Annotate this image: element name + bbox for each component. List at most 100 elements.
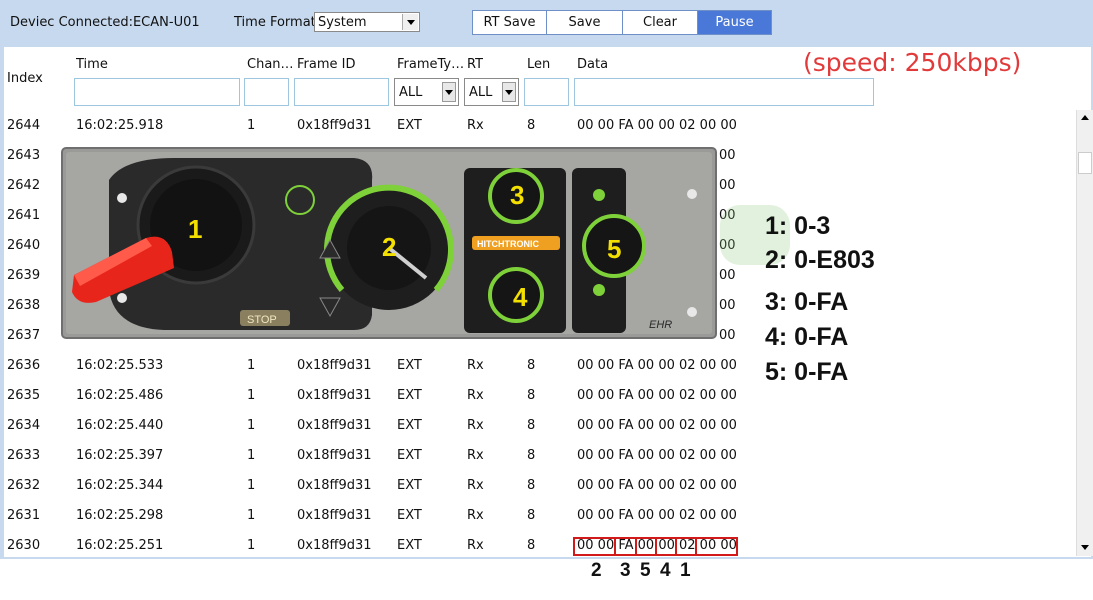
cell-index: 2630 <box>7 538 41 553</box>
table-row[interactable]: 2633 16:02:25.397 1 0x18ff9d31 EXT Rx 8 … <box>4 441 1074 471</box>
control-panel-image: STOP HITCHTRONIC EHR 1 2 3 4 5 <box>61 147 717 339</box>
range-legend-5: 5: 0-FA <box>765 358 849 386</box>
byte-label: 5 <box>640 560 651 581</box>
column-header-channel[interactable]: Chan… <box>247 57 293 72</box>
cell-index: 2635 <box>7 388 41 403</box>
cell-frame-id: 0x18ff9d31 <box>297 508 372 523</box>
channel-filter-input[interactable] <box>244 78 289 106</box>
cell-data: 00 00 FA 00 00 02 00 00 <box>577 478 737 493</box>
byte-group-box <box>695 537 738 556</box>
cell-rt: Rx <box>467 388 484 403</box>
cell-data: 00 00 FA 00 00 02 00 00 <box>577 358 737 373</box>
cell-rt: Rx <box>467 418 484 433</box>
pause-button[interactable]: Pause <box>697 10 772 35</box>
chevron-down-icon <box>502 82 516 102</box>
column-header-index[interactable]: Index <box>7 71 43 86</box>
column-header-time[interactable]: Time <box>76 57 108 72</box>
cell-data: 00 00 FA 00 00 02 00 00 <box>577 118 737 133</box>
frame-id-filter-input[interactable] <box>294 78 389 106</box>
rt-filter-value: ALL <box>469 85 493 100</box>
knob-number-1: 1 <box>188 214 202 244</box>
cell-rt: Rx <box>467 118 484 133</box>
cell-index: 2644 <box>7 118 41 133</box>
cell-index: 2642 <box>7 178 41 193</box>
column-header-frame-id[interactable]: Frame ID <box>297 57 355 72</box>
cell-len: 8 <box>527 358 536 373</box>
len-filter-input[interactable] <box>524 78 569 106</box>
cell-frame-type: EXT <box>397 388 422 403</box>
column-header-frame-type[interactable]: FrameTy… <box>397 57 463 72</box>
vertical-scrollbar[interactable] <box>1076 110 1093 556</box>
clear-button[interactable]: Clear <box>622 10 698 35</box>
range-legend-1: 1: 0-3 <box>765 212 831 240</box>
cell-channel: 1 <box>247 358 256 373</box>
byte-group-box <box>675 537 697 556</box>
cell-index: 2634 <box>7 418 41 433</box>
byte-label: 2 <box>591 560 602 581</box>
cell-frame-id: 0x18ff9d31 <box>297 358 372 373</box>
scroll-down-icon[interactable] <box>1077 539 1093 555</box>
cell-data: 00 00 FA 00 00 02 00 00 <box>577 508 737 523</box>
time-filter-input[interactable] <box>74 78 240 106</box>
byte-group-box <box>635 537 657 556</box>
knob-number-3: 3 <box>510 180 524 210</box>
scroll-up-icon[interactable] <box>1077 110 1093 126</box>
stop-label: STOP <box>247 314 277 326</box>
cell-len: 8 <box>527 508 536 523</box>
cell-channel: 1 <box>247 508 256 523</box>
ehr-label: EHR <box>649 319 672 331</box>
cell-frame-id: 0x18ff9d31 <box>297 478 372 493</box>
chevron-down-icon <box>442 82 456 102</box>
cell-time: 16:02:25.251 <box>76 538 164 553</box>
cell-frame-type: EXT <box>397 118 422 133</box>
cell-frame-id: 0x18ff9d31 <box>297 388 372 403</box>
byte-group-box <box>655 537 677 556</box>
byte-group-box <box>573 537 616 556</box>
cell-frame-type: EXT <box>397 538 422 553</box>
cell-index: 2631 <box>7 508 41 523</box>
cell-channel: 1 <box>247 538 256 553</box>
byte-label: 4 <box>660 560 671 581</box>
scroll-thumb[interactable] <box>1078 152 1092 174</box>
cell-len: 8 <box>527 388 536 403</box>
cell-index: 2633 <box>7 448 41 463</box>
cell-index: 2632 <box>7 478 41 493</box>
cell-channel: 1 <box>247 388 256 403</box>
save-button[interactable]: Save <box>546 10 623 35</box>
byte-label: 1 <box>680 560 691 581</box>
time-format-label: Time Format: <box>234 15 321 30</box>
cell-channel: 1 <box>247 478 256 493</box>
rt-save-button[interactable]: RT Save <box>472 10 547 35</box>
toolbar: Deviec Connected:ECAN-U01 Time Format: S… <box>0 0 1093 47</box>
cell-time: 16:02:25.440 <box>76 418 164 433</box>
table-row[interactable]: 2644 16:02:25.918 1 0x18ff9d31 EXT Rx 8 … <box>4 111 1074 141</box>
device-status: Deviec Connected:ECAN-U01 <box>10 15 200 30</box>
range-legend-4: 4: 0-FA <box>765 323 849 351</box>
column-header-data[interactable]: Data <box>577 57 608 72</box>
frame-type-filter-value: ALL <box>399 85 423 100</box>
column-header-len[interactable]: Len <box>527 57 550 72</box>
table-row[interactable]: 2632 16:02:25.344 1 0x18ff9d31 EXT Rx 8 … <box>4 471 1074 501</box>
cell-channel: 1 <box>247 118 256 133</box>
cell-index: 2638 <box>7 298 41 313</box>
cell-len: 8 <box>527 418 536 433</box>
cell-rt: Rx <box>467 508 484 523</box>
data-filter-input[interactable] <box>574 78 874 106</box>
table-row[interactable]: 2634 16:02:25.440 1 0x18ff9d31 EXT Rx 8 … <box>4 411 1074 441</box>
table-row[interactable]: 2636 16:02:25.533 1 0x18ff9d31 EXT Rx 8 … <box>4 351 1074 381</box>
cell-rt: Rx <box>467 448 484 463</box>
cell-channel: 1 <box>247 418 256 433</box>
cell-time: 16:02:25.918 <box>76 118 164 133</box>
frame-type-filter-select[interactable]: ALL <box>394 78 459 106</box>
table-row[interactable]: 2635 16:02:25.486 1 0x18ff9d31 EXT Rx 8 … <box>4 381 1074 411</box>
rt-filter-select[interactable]: ALL <box>464 78 519 106</box>
cell-data: 00 00 FA 00 00 02 00 00 <box>577 388 737 403</box>
time-format-select[interactable]: System <box>314 12 420 32</box>
column-header-rt[interactable]: RT <box>467 57 483 72</box>
table-row[interactable]: 2631 16:02:25.298 1 0x18ff9d31 EXT Rx 8 … <box>4 501 1074 531</box>
time-format-value: System <box>318 15 367 30</box>
cell-frame-type: EXT <box>397 418 422 433</box>
cell-frame-id: 0x18ff9d31 <box>297 538 372 553</box>
byte-group-box <box>614 537 637 556</box>
cell-frame-id: 0x18ff9d31 <box>297 448 372 463</box>
